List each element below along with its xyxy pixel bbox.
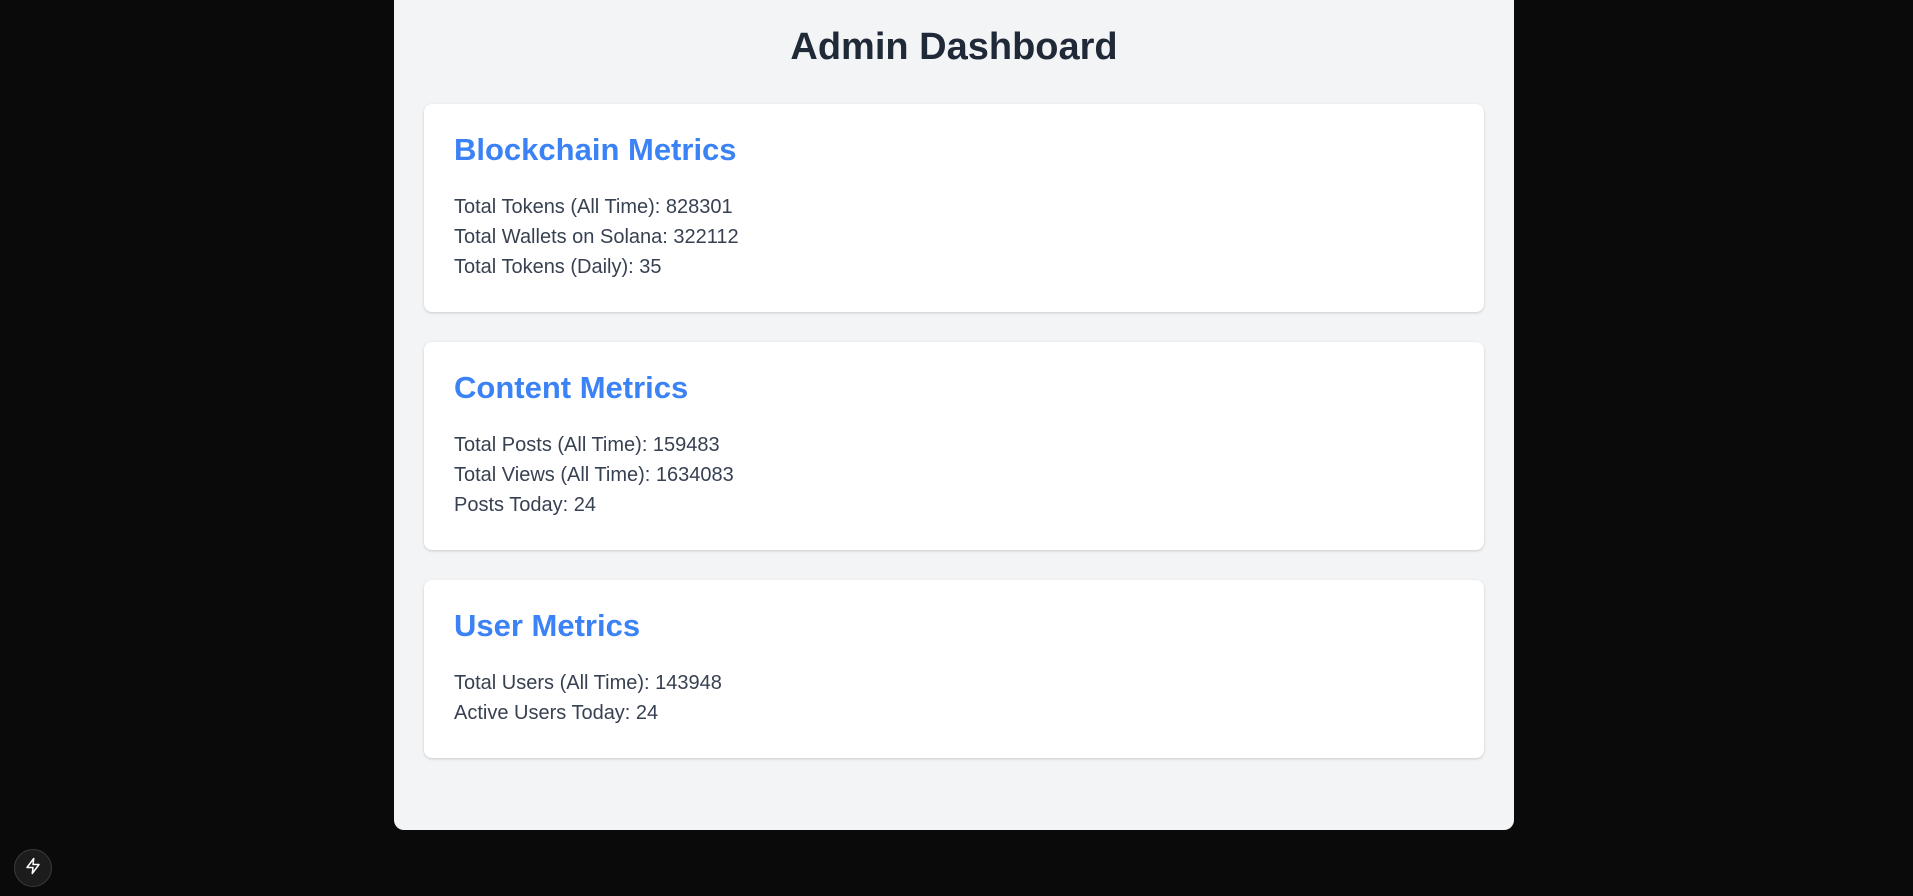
dashboard-panel: Admin Dashboard Blockchain Metrics Total…	[394, 0, 1514, 830]
card-title: Content Metrics	[454, 370, 689, 405]
blockchain-metrics-card: Blockchain Metrics Total Tokens (All Tim…	[424, 104, 1484, 312]
dev-indicator-button[interactable]	[14, 849, 52, 887]
content-metrics-card: Content Metrics Total Posts (All Time): …	[424, 342, 1484, 550]
lightning-bolt-icon	[24, 857, 42, 880]
card-title: User Metrics	[454, 608, 641, 643]
metric-daily-tokens: Total Tokens (Daily): 35	[454, 256, 662, 278]
metric-total-views: Total Views (All Time): 1634083	[454, 464, 734, 486]
user-metrics-card: User Metrics Total Users (All Time): 143…	[424, 580, 1484, 758]
metric-active-users: Active Users Today: 24	[454, 702, 659, 724]
metrics-list: Blockchain Metrics Total Tokens (All Tim…	[424, 104, 1484, 758]
page-title: Admin Dashboard	[790, 26, 1118, 68]
metric-total-tokens: Total Tokens (All Time): 828301	[454, 196, 733, 218]
metric-total-posts: Total Posts (All Time): 159483	[454, 434, 720, 456]
metric-total-users: Total Users (All Time): 143948	[454, 672, 722, 694]
metric-posts-today: Posts Today: 24	[454, 494, 596, 516]
metric-total-wallets: Total Wallets on Solana: 322112	[454, 226, 739, 248]
card-title: Blockchain Metrics	[454, 132, 737, 167]
